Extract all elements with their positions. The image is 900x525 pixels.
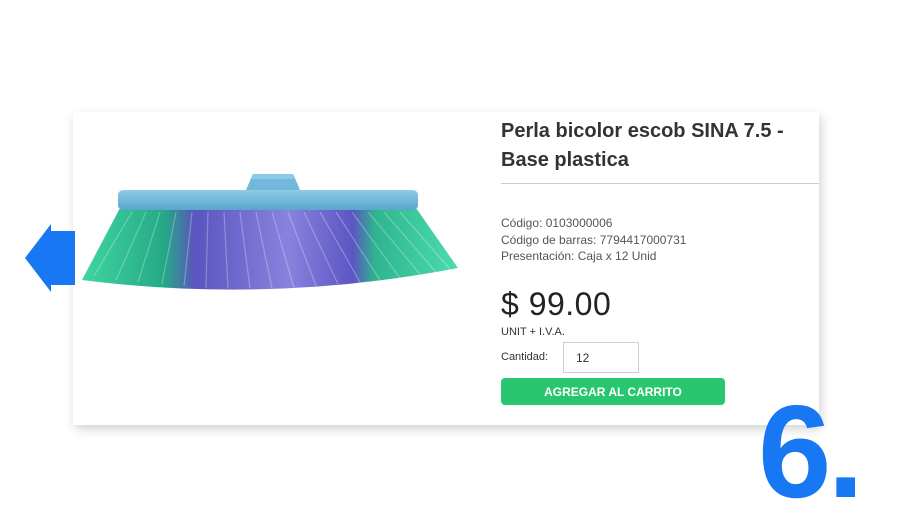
- product-title: Perla bicolor escob SINA 7.5 - Base plas…: [501, 120, 784, 171]
- price-note: UNIT + I.V.A.: [501, 326, 565, 338]
- step-number: 6.: [758, 378, 864, 525]
- product-code: Código: 0103000006: [501, 216, 613, 230]
- quantity-label: Cantidad:: [501, 351, 549, 363]
- product-barcode: Código de barras: 7794417000731: [501, 233, 687, 247]
- product-image: [80, 172, 460, 302]
- product-presentation: Presentación: Caja x 12 Unid: [501, 249, 657, 263]
- product-price: $ 99.00: [501, 286, 612, 322]
- arrow-left-icon: [25, 224, 75, 292]
- broom-head-icon: [82, 174, 458, 290]
- add-to-cart-button[interactable]: AGREGAR AL CARRITO: [501, 378, 725, 405]
- quantity-input[interactable]: [563, 342, 639, 373]
- previous-button[interactable]: [23, 221, 77, 295]
- title-divider: [501, 183, 819, 184]
